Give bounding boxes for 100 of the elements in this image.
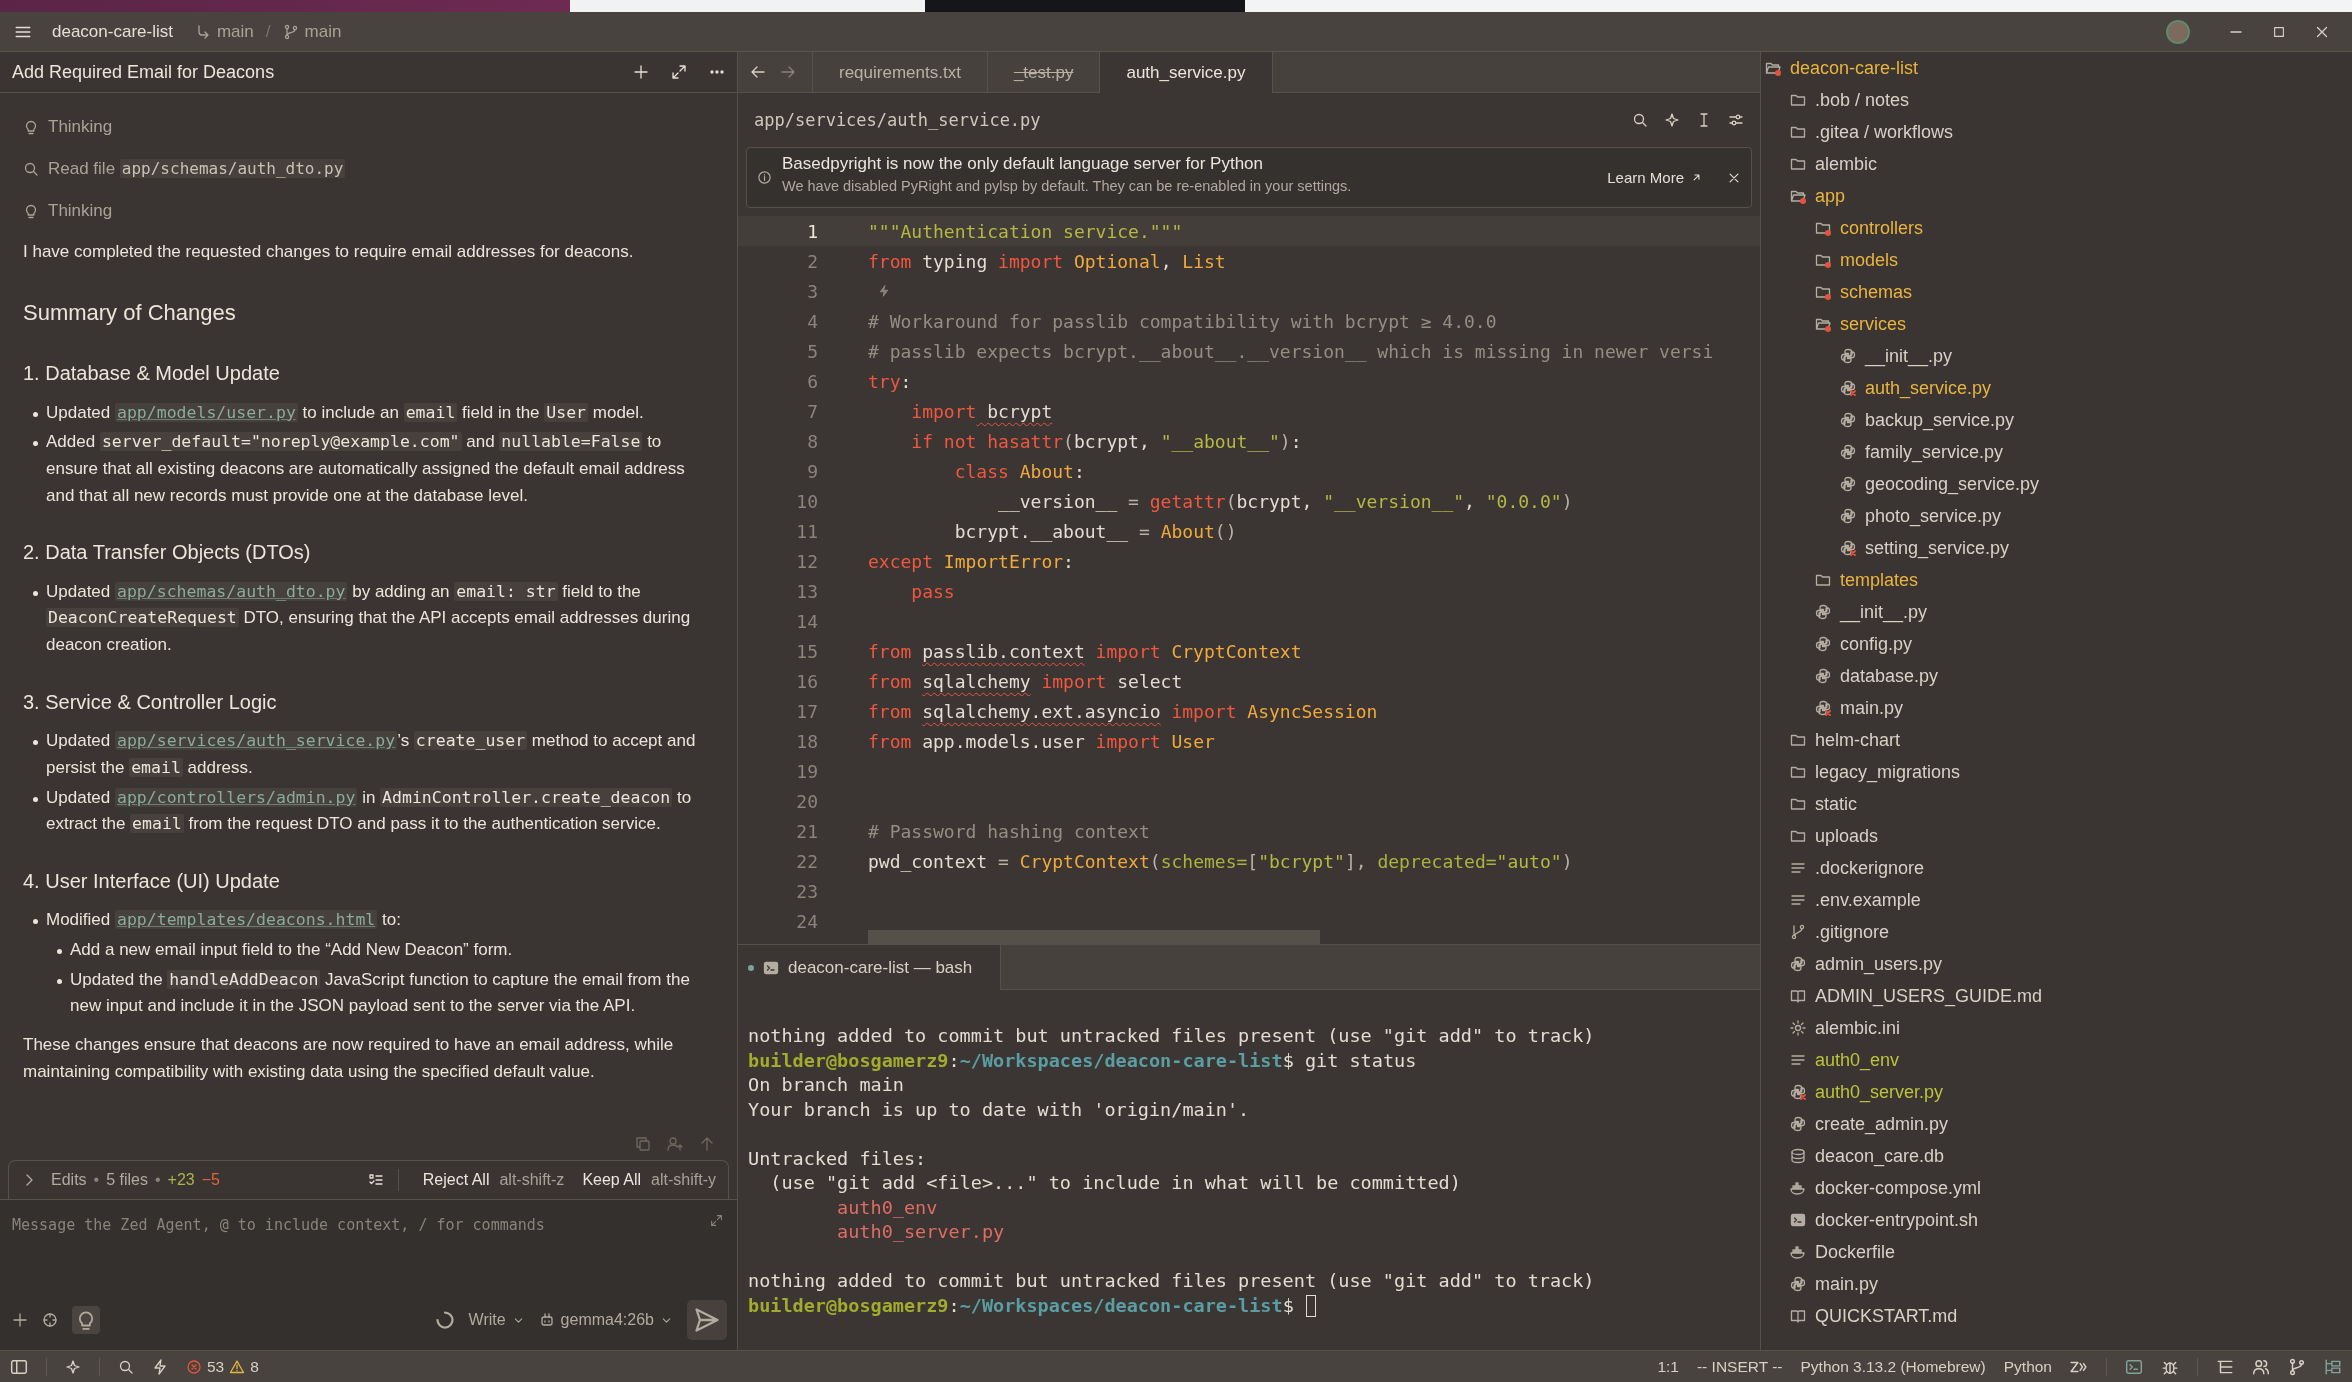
bullet-icon <box>33 590 38 596</box>
file-name[interactable]: admin_users.py <box>1815 953 1943 975</box>
folder-name[interactable]: templates <box>1840 569 1919 591</box>
file-name[interactable]: .dockerignore <box>1815 857 1925 879</box>
file-name[interactable]: docker-compose.yml <box>1815 1177 1982 1199</box>
message-input[interactable]: Message the Zed Agent, @ to include context, / for commands <box>0 1200 710 1268</box>
plus-icon[interactable] <box>12 1312 28 1328</box>
vim-mode[interactable]: -- INSERT -- <box>1696 1357 1783 1376</box>
file-name[interactable]: config.py <box>1840 633 1913 655</box>
list-item-text: Added server_default="noreply@example.com" and nullable=False to ensure that all existing deacons are automatically assigned the default email address and that all new records must provide one at the database level. <box>46 431 686 507</box>
file-name[interactable]: setting_service.py <box>1865 537 2010 559</box>
model-selector[interactable]: gemma4:26b <box>538 1311 673 1329</box>
file-name[interactable]: main.py <box>1815 1273 1879 1295</box>
keep-all-button[interactable]: Keep All alt-shift-y <box>582 1171 716 1189</box>
file-link[interactable]: app/models/user.py <box>115 402 298 422</box>
git-branch-icon[interactable] <box>2288 1357 2306 1376</box>
folder-name[interactable]: helm-chart <box>1815 729 1901 751</box>
file-name[interactable]: .gitignore <box>1815 921 1890 943</box>
bullet-icon <box>33 411 38 417</box>
crosshair-icon[interactable] <box>42 1312 58 1328</box>
file-name[interactable]: auth0_server.py <box>1815 1081 1944 1103</box>
file-name[interactable]: deacon_care.db <box>1815 1145 1945 1167</box>
file-name[interactable]: auth0_env <box>1815 1049 1900 1071</box>
sparkle-icon[interactable] <box>65 1358 81 1375</box>
folder-name[interactable]: alembic <box>1815 153 1878 175</box>
file-tab[interactable]: requirements.txt <box>813 52 988 93</box>
people-icon[interactable] <box>2252 1357 2270 1376</box>
search-icon[interactable] <box>118 1358 134 1375</box>
folder-name[interactable]: deacon-care-list <box>1790 57 1919 79</box>
reject-all-button[interactable]: Reject All alt-shift-z <box>422 1171 565 1189</box>
file-tab[interactable]: auth_service.py <box>1100 52 1273 93</box>
branch-button[interactable]: main <box>282 21 342 42</box>
file-name[interactable]: database.py <box>1840 665 1939 687</box>
language-selector[interactable]: Python <box>2003 1357 2052 1376</box>
forward-icon[interactable] <box>780 64 796 80</box>
search-icon[interactable] <box>1632 112 1648 128</box>
mode-selector[interactable]: Write <box>468 1311 525 1329</box>
activity-label: Thinking <box>48 115 113 138</box>
project-tree-icon[interactable] <box>2324 1357 2342 1376</box>
file-name[interactable]: create_admin.py <box>1815 1113 1949 1135</box>
file-name[interactable]: QUICKSTART.md <box>1815 1305 1958 1327</box>
project-name[interactable]: deacon-care-list <box>52 21 173 42</box>
file-name[interactable]: auth_service.py <box>1865 377 1992 399</box>
folder-name[interactable]: app <box>1815 185 1846 207</box>
file-name[interactable]: backup_service.py <box>1865 409 2015 431</box>
maximize-icon[interactable] <box>2272 24 2286 39</box>
sparkle-icon[interactable] <box>1664 112 1680 128</box>
file-name[interactable]: main.py <box>1840 697 1904 719</box>
worktree-button[interactable]: main <box>194 21 254 42</box>
diagnostics-button[interactable]: 53 8 <box>186 1357 259 1376</box>
file-link[interactable]: app/schemas/auth_dto.py <box>115 581 348 601</box>
file-name[interactable]: __init__.py <box>1865 345 1953 367</box>
section-subheading: 3. Service & Controller Logic <box>23 689 278 715</box>
folder-name[interactable]: controllers <box>1840 217 1924 239</box>
interpreter-selector[interactable]: Python 3.13.2 (Homebrew) <box>1800 1357 1986 1376</box>
back-icon[interactable] <box>750 64 766 80</box>
file-name[interactable]: ADMIN_USERS_GUIDE.md <box>1815 985 2043 1007</box>
list-item-text: Updated app/models/user.py to include an email field in the User model. <box>46 401 644 424</box>
folder-name[interactable]: .gitea / workflows <box>1815 121 1954 143</box>
folder-name[interactable]: .bob / notes <box>1815 89 1910 111</box>
list-item-text: Updated app/controllers/admin.py in AdminController.create_deacon to extract the email from the request DTO and pass it to the authentication service. <box>46 786 693 836</box>
separator-dot: • <box>155 1171 161 1189</box>
file-name[interactable]: docker-entrypoint.sh <box>1815 1209 1979 1231</box>
file-name[interactable]: __init__.py <box>1840 601 1928 623</box>
bolt-icon[interactable] <box>152 1358 168 1375</box>
warning-icon <box>229 1358 246 1375</box>
code-line: # Workaround for passlib compatibility with bcrypt ≥ 4.0.0 <box>868 310 1497 332</box>
line-number: 10 <box>795 490 818 512</box>
folder-name[interactable]: schemas <box>1840 281 1913 303</box>
code-line: from sqlalchemy.ext.asyncio import AsyncSession <box>868 700 1378 722</box>
terminal-tab[interactable]: deacon-care-list — bash <box>738 945 1002 990</box>
sidebar-icon[interactable] <box>10 1357 28 1376</box>
folder-name[interactable]: models <box>1840 249 1899 271</box>
folder-name[interactable]: uploads <box>1815 825 1879 847</box>
file-name[interactable]: Dockerfile <box>1815 1241 1896 1263</box>
file-name[interactable]: photo_service.py <box>1865 505 2002 527</box>
folder-name[interactable]: services <box>1840 313 1906 335</box>
folder-name[interactable]: legacy_migrations <box>1815 761 1961 783</box>
file-name[interactable]: geocoding_service.py <box>1865 473 2040 495</box>
message-field[interactable]: Message the Zed Agent, @ to include context, / for commands <box>0 1200 737 1300</box>
file-name[interactable]: .env.example <box>1815 889 1921 911</box>
learn-more-link[interactable]: Learn More <box>1607 169 1703 186</box>
review-icon[interactable] <box>367 1172 384 1188</box>
send-icon[interactable] <box>687 1300 727 1340</box>
terminal-icon[interactable] <box>2125 1357 2143 1376</box>
lightbulb-icon[interactable] <box>72 1306 100 1334</box>
avatar[interactable] <box>2166 19 2190 44</box>
code-line: pwd_context = CryptContext(schemes=["bcrypt"], deprecated="auto") <box>868 850 1573 872</box>
file-name[interactable]: alembic.ini <box>1815 1017 1901 1039</box>
terminal-line: nothing added to commit but untracked files present (use "git add" to track) <box>748 1024 1595 1048</box>
cursor-position[interactable]: 1:1 <box>1657 1357 1679 1376</box>
file-link[interactable]: app/templates/deacons.html <box>115 910 378 930</box>
file-link[interactable]: app/services/auth_service.py <box>115 731 398 751</box>
settings-icon[interactable] <box>1728 112 1744 128</box>
code-line: __version__ = getattr(bcrypt, "__version__", "0.0.0") <box>997 490 1573 512</box>
line-number: 6 <box>806 370 818 392</box>
file-link[interactable]: app/controllers/admin.py <box>115 787 358 807</box>
list-item-text: Updated the handleAddDeacon JavaScript function to capture the email from the new input and include it in the JSON payload sent to the server via the API. <box>70 968 691 1018</box>
folder-name[interactable]: static <box>1815 793 1857 815</box>
file-name[interactable]: family_service.py <box>1865 441 2004 463</box>
